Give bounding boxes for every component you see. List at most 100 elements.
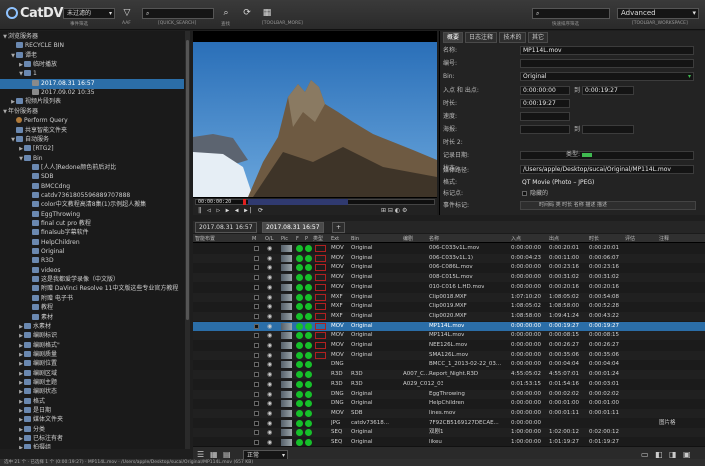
table-row[interactable]: ◉ R3D R3D A029_C012_0315ZT_001... 0:01:53:15…	[193, 380, 705, 389]
quick-search-input[interactable]: ⌕	[142, 8, 214, 19]
table-row[interactable]: ◉ MOV Original 006-C033v1L.mov 0:00:00:00 0:0…	[193, 244, 705, 253]
row-checkbox[interactable]	[254, 440, 259, 445]
tab-clip-list-1[interactable]: 2017.08.31 16:57	[195, 222, 257, 233]
table-row[interactable]: ◉ DNG Original EggThrowing 0:00:00:00 0:00:02…	[193, 389, 705, 399]
duration-field[interactable]: 0:00:19:27	[520, 99, 570, 108]
table-row[interactable]: ◉ MXF Original Clip0018.MXF 1:07:10:20 1:08:0…	[193, 292, 705, 302]
column-header[interactable]: 编剧	[403, 235, 413, 243]
workspace-select[interactable]: Advanced ▾	[617, 8, 699, 19]
column-header[interactable]: 智能布置	[195, 235, 215, 243]
column-header[interactable]: 名称	[429, 235, 439, 243]
table-row[interactable]: ◉ MOV Original 006-C086L.mov 0:00:00:00 0:00:…	[193, 263, 705, 272]
table-row[interactable]: ◉ MOV Original SMA126L.mov 0:00:00:00 0:00:35…	[193, 350, 705, 360]
row-checkbox[interactable]	[254, 362, 259, 368]
eye-icon[interactable]: ◉	[267, 390, 272, 399]
eye-icon[interactable]: ◉	[267, 312, 272, 321]
column-header[interactable]: 时长	[589, 235, 599, 243]
row-checkbox[interactable]	[254, 401, 259, 407]
row-checkbox[interactable]	[254, 255, 259, 261]
row-checkbox[interactable]	[254, 304, 259, 310]
row-checkbox[interactable]	[254, 333, 259, 339]
column-header[interactable]: 出点	[549, 235, 559, 243]
column-header[interactable]: 评估	[625, 235, 635, 243]
row-checkbox[interactable]	[254, 284, 259, 290]
table-row[interactable]: ◉ DNG BMCC_1_2013-02-22_03... 0:00:00:00 0:0…	[193, 360, 705, 369]
eye-icon[interactable]: ◉	[267, 254, 272, 263]
media-path-field[interactable]: /Users/apple/Desktop/sucai/Original/MP11…	[520, 165, 694, 174]
speed-field[interactable]	[520, 112, 570, 121]
in-point-field[interactable]: 0:00:00:00	[520, 86, 570, 95]
table-row[interactable]: ◉ MXF Original Clip0020.MXF 1:08:58:00 1:09:4…	[193, 311, 705, 321]
tree-item[interactable]: ▶ 拍摄组	[0, 443, 184, 449]
layout-1-icon[interactable]: ▭	[641, 450, 649, 459]
table-row[interactable]: ◉ MOV Original 008-C015L.mov 0:00:00:00 0:00:…	[193, 273, 705, 283]
playhead-marker[interactable]	[243, 199, 246, 205]
table-row[interactable]: ◉ MOV Original NEE126L.mov 0:00:00:00 0:00:26…	[193, 341, 705, 350]
add-tab-button[interactable]: +	[332, 222, 346, 233]
eye-icon[interactable]: ◉	[267, 244, 272, 253]
column-header[interactable]: P	[305, 235, 308, 243]
eye-icon[interactable]: ◉	[267, 370, 272, 379]
eye-icon[interactable]: ◉	[267, 380, 272, 389]
eye-icon[interactable]: ◉	[267, 302, 272, 311]
column-header[interactable]: M	[252, 235, 256, 243]
column-header[interactable]: 入点	[511, 235, 521, 243]
row-checkbox[interactable]	[254, 275, 259, 281]
row-checkbox[interactable]	[254, 343, 259, 348]
code-field[interactable]	[520, 59, 694, 68]
column-header[interactable]: 类型	[313, 235, 323, 243]
table-row[interactable]: ◉ R3D R3D A007_C... Report_Night.R3D 4:55:05:…	[193, 370, 705, 380]
row-checkbox[interactable]	[254, 313, 259, 319]
table-row[interactable]: ◉ MOV Original 006-C033v1L.1) 0:00:04:23 0:00…	[193, 253, 705, 263]
table-row[interactable]: ◉ MOV SDB lines.mov 0:00:00:00 0:00:01:11 0:00…	[193, 408, 705, 418]
column-header[interactable]: Bin	[351, 235, 359, 243]
poster-field[interactable]	[520, 125, 570, 134]
table-row[interactable]: ◉ SEQ Original 双剧1 1:00:00:00 1:02:00:12 0:02:…	[193, 428, 705, 438]
row-checkbox[interactable]	[254, 430, 259, 436]
tab-other[interactable]: 其它	[528, 32, 548, 43]
eye-icon[interactable]: ◉	[267, 399, 272, 408]
eye-icon[interactable]: ◉	[267, 331, 272, 340]
row-checkbox[interactable]	[254, 410, 259, 416]
row-checkbox[interactable]	[254, 420, 259, 426]
viewer-tools-icons[interactable]: ⊞ ⊟ ◐ ⚙	[381, 207, 407, 214]
eye-icon[interactable]: ◉	[267, 409, 272, 418]
row-checkbox[interactable]	[254, 265, 259, 271]
right-search-input[interactable]: ⌕	[532, 8, 610, 19]
tab-summary[interactable]: 概要	[443, 32, 463, 43]
eye-icon[interactable]: ◉	[267, 322, 272, 331]
find-icon[interactable]: ⌕	[220, 8, 232, 18]
eye-icon[interactable]: ◉	[267, 341, 272, 350]
record-date-field[interactable]	[520, 151, 694, 160]
bin-select[interactable]: Original ▾	[520, 72, 694, 81]
eye-icon[interactable]: ◉	[267, 273, 272, 282]
column-header[interactable]: Pic	[281, 235, 288, 243]
tab-log-notes[interactable]: 日志注释	[465, 32, 497, 43]
table-row[interactable]: ◉ JPG catdv73618... 7F92CB5169127DECAE... 0:…	[193, 419, 705, 428]
row-checkbox[interactable]	[254, 246, 259, 251]
poster-end-field[interactable]	[582, 125, 634, 134]
tab-technical[interactable]: 技术的	[499, 32, 526, 43]
hidden-checkbox[interactable]	[522, 191, 527, 196]
row-checkbox[interactable]	[254, 294, 259, 300]
refresh-icon[interactable]: ⟳	[241, 8, 253, 18]
filter-icon[interactable]: ▽	[121, 8, 133, 18]
table-row[interactable]: ◉ MOV Original MP114L.mov 0:00:00:00 0:00:08:…	[193, 331, 705, 341]
column-header[interactable]: Ext	[331, 235, 339, 243]
row-checkbox[interactable]	[254, 323, 259, 329]
grid-view-icon[interactable]: ▦	[261, 8, 273, 18]
transport-controls[interactable]: ‖ ◁ ▷ ▶ ◀ ▶| ⟳	[198, 207, 264, 214]
table-row[interactable]: ◉ MOV Original MP114L.mov 0:00:00:00 0:00:19:…	[193, 321, 705, 331]
eye-icon[interactable]: ◉	[267, 293, 272, 302]
table-row[interactable]: ◉ MXF Original Clip0019.MXF 1:08:05:02 1:08:5…	[193, 302, 705, 311]
catalog-filter-select[interactable]: 未过滤的 ▾	[63, 8, 115, 19]
eye-icon[interactable]: ◉	[267, 283, 272, 292]
column-header[interactable]: F	[296, 235, 299, 243]
out-point-field[interactable]: 0:00:19:27	[582, 86, 634, 95]
eye-icon[interactable]: ◉	[267, 428, 272, 437]
layout-2-icon[interactable]: ◧	[655, 450, 663, 459]
tree-scrollbar-thumb[interactable]	[186, 40, 189, 320]
row-checkbox[interactable]	[254, 381, 259, 387]
eye-icon[interactable]: ◉	[267, 351, 272, 360]
table-row[interactable]: ◉ MOV Original 010-C016 L.HD.mov 0:00:00:00 0…	[193, 283, 705, 292]
